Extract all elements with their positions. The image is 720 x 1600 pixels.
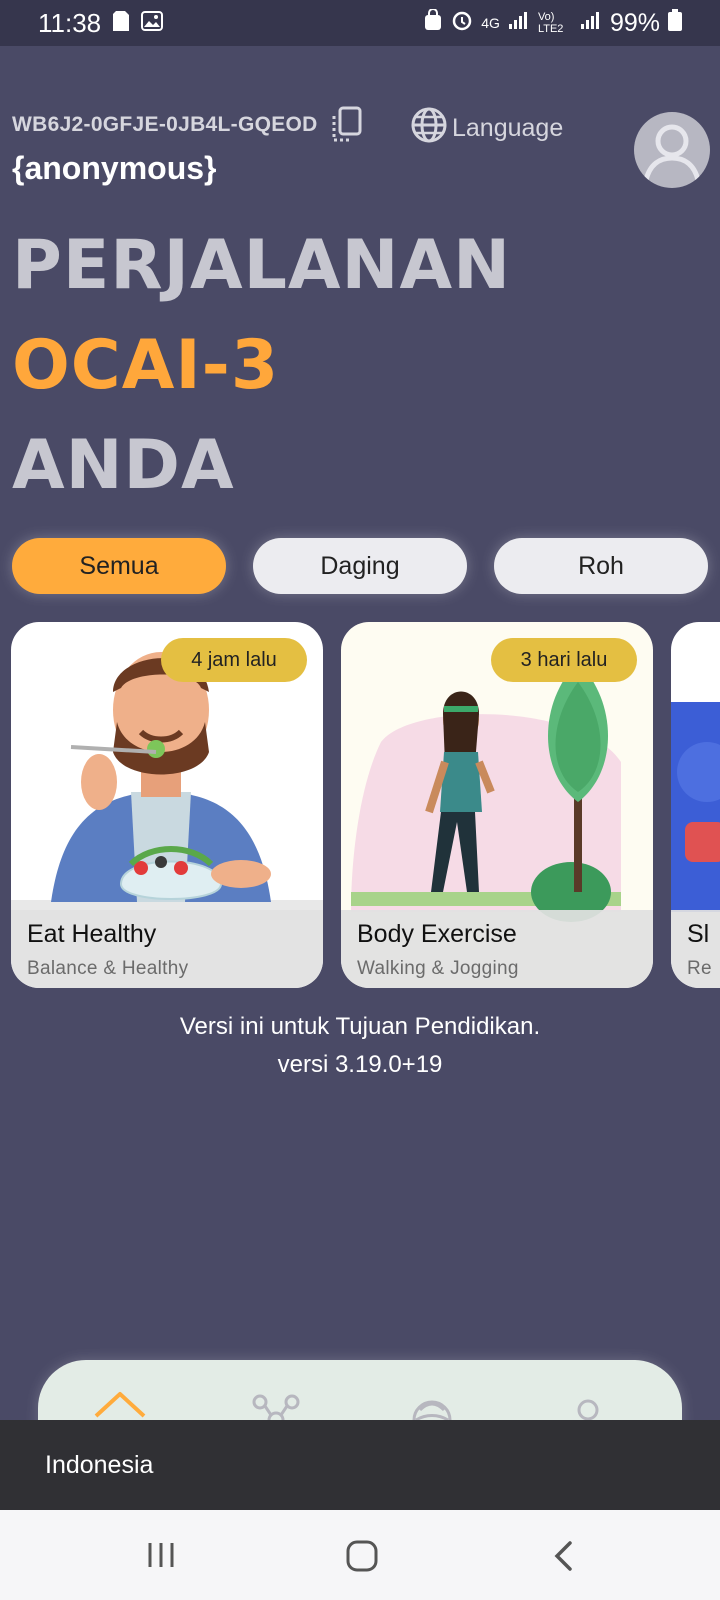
signal-icon-2 bbox=[580, 10, 602, 36]
card-title: Sl bbox=[687, 920, 710, 948]
card-partial[interactable]: Sl Re bbox=[671, 622, 720, 988]
card-subtitle: Balance & Healthy bbox=[27, 958, 189, 979]
system-navigation-bar bbox=[0, 1510, 720, 1600]
language-button[interactable]: Language bbox=[410, 106, 563, 151]
recent-apps-button[interactable] bbox=[146, 1540, 176, 1575]
education-note: Versi ini untuk Tujuan Pendidikan. bbox=[179, 1013, 541, 1040]
signal-icon bbox=[508, 10, 530, 36]
card-subtitle: Re bbox=[687, 958, 712, 979]
filter-chip-spirit[interactable]: Roh bbox=[494, 538, 708, 594]
back-icon bbox=[554, 1541, 572, 1571]
filter-chip-all[interactable]: Semua bbox=[12, 538, 226, 594]
username: {anonymous} bbox=[12, 150, 217, 186]
status-bar: 11:38 4G Vo) LTE2 99% bbox=[0, 0, 720, 46]
network-type: 4G bbox=[481, 15, 500, 31]
status-time: 11:38 bbox=[38, 7, 102, 38]
back-button[interactable] bbox=[552, 1540, 576, 1577]
status-right: 4G Vo) LTE2 99% bbox=[423, 8, 682, 38]
card-carousel[interactable]: 4 jam lalu Eat Healthy Balance & Healthy… bbox=[0, 622, 720, 988]
card-caption: Eat Healthy Balance & Healthy bbox=[11, 910, 323, 988]
user-avatar-icon[interactable] bbox=[634, 112, 710, 188]
alarm-icon bbox=[451, 9, 473, 37]
version-note: Versi ini untuk Tujuan Pendidikan. versi… bbox=[0, 1008, 720, 1084]
filter-chip-flesh[interactable]: Daging bbox=[253, 538, 467, 594]
card-caption: Sl Re bbox=[671, 910, 720, 988]
home-square-icon bbox=[346, 1540, 378, 1572]
card-body-exercise[interactable]: 3 hari lalu Body Exercise Walking & Jogg… bbox=[341, 622, 653, 988]
card-title: Body Exercise bbox=[357, 920, 517, 948]
card-caption: Body Exercise Walking & Jogging bbox=[341, 910, 653, 988]
version-label: versi 3.19.0+19 bbox=[277, 1051, 443, 1078]
home-button[interactable] bbox=[346, 1540, 378, 1577]
gallery-icon bbox=[141, 10, 164, 36]
globe-icon bbox=[410, 106, 448, 151]
card-subtitle: Walking & Jogging bbox=[357, 958, 519, 979]
lock-recycle-icon bbox=[423, 8, 443, 37]
headline-line-2: OCAI-3 bbox=[12, 326, 280, 405]
card-badge: 3 hari lalu bbox=[491, 638, 637, 682]
recent-apps-icon bbox=[148, 1543, 174, 1567]
card-badge: 4 jam lalu bbox=[161, 638, 307, 682]
copy-icon[interactable] bbox=[330, 106, 364, 149]
language-label: Language bbox=[452, 114, 564, 142]
snackbar-text: Indonesia bbox=[45, 1450, 154, 1479]
battery-percent: 99% bbox=[609, 8, 660, 37]
sd-card-icon bbox=[113, 10, 130, 36]
headline-line-3: ANDA bbox=[12, 426, 235, 505]
headline-line-1: PERJALANAN bbox=[12, 226, 511, 305]
status-left: 11:38 bbox=[38, 7, 164, 39]
card-title: Eat Healthy bbox=[27, 920, 157, 948]
volte-label: Vo) LTE2 bbox=[537, 11, 564, 35]
card-eat-healthy[interactable]: 4 jam lalu Eat Healthy Balance & Healthy bbox=[11, 622, 323, 988]
device-id: WB6J2-0GFJE-0JB4L-GQEOD bbox=[12, 113, 318, 136]
battery-icon bbox=[668, 9, 682, 37]
snackbar: Indonesia bbox=[0, 1420, 720, 1510]
